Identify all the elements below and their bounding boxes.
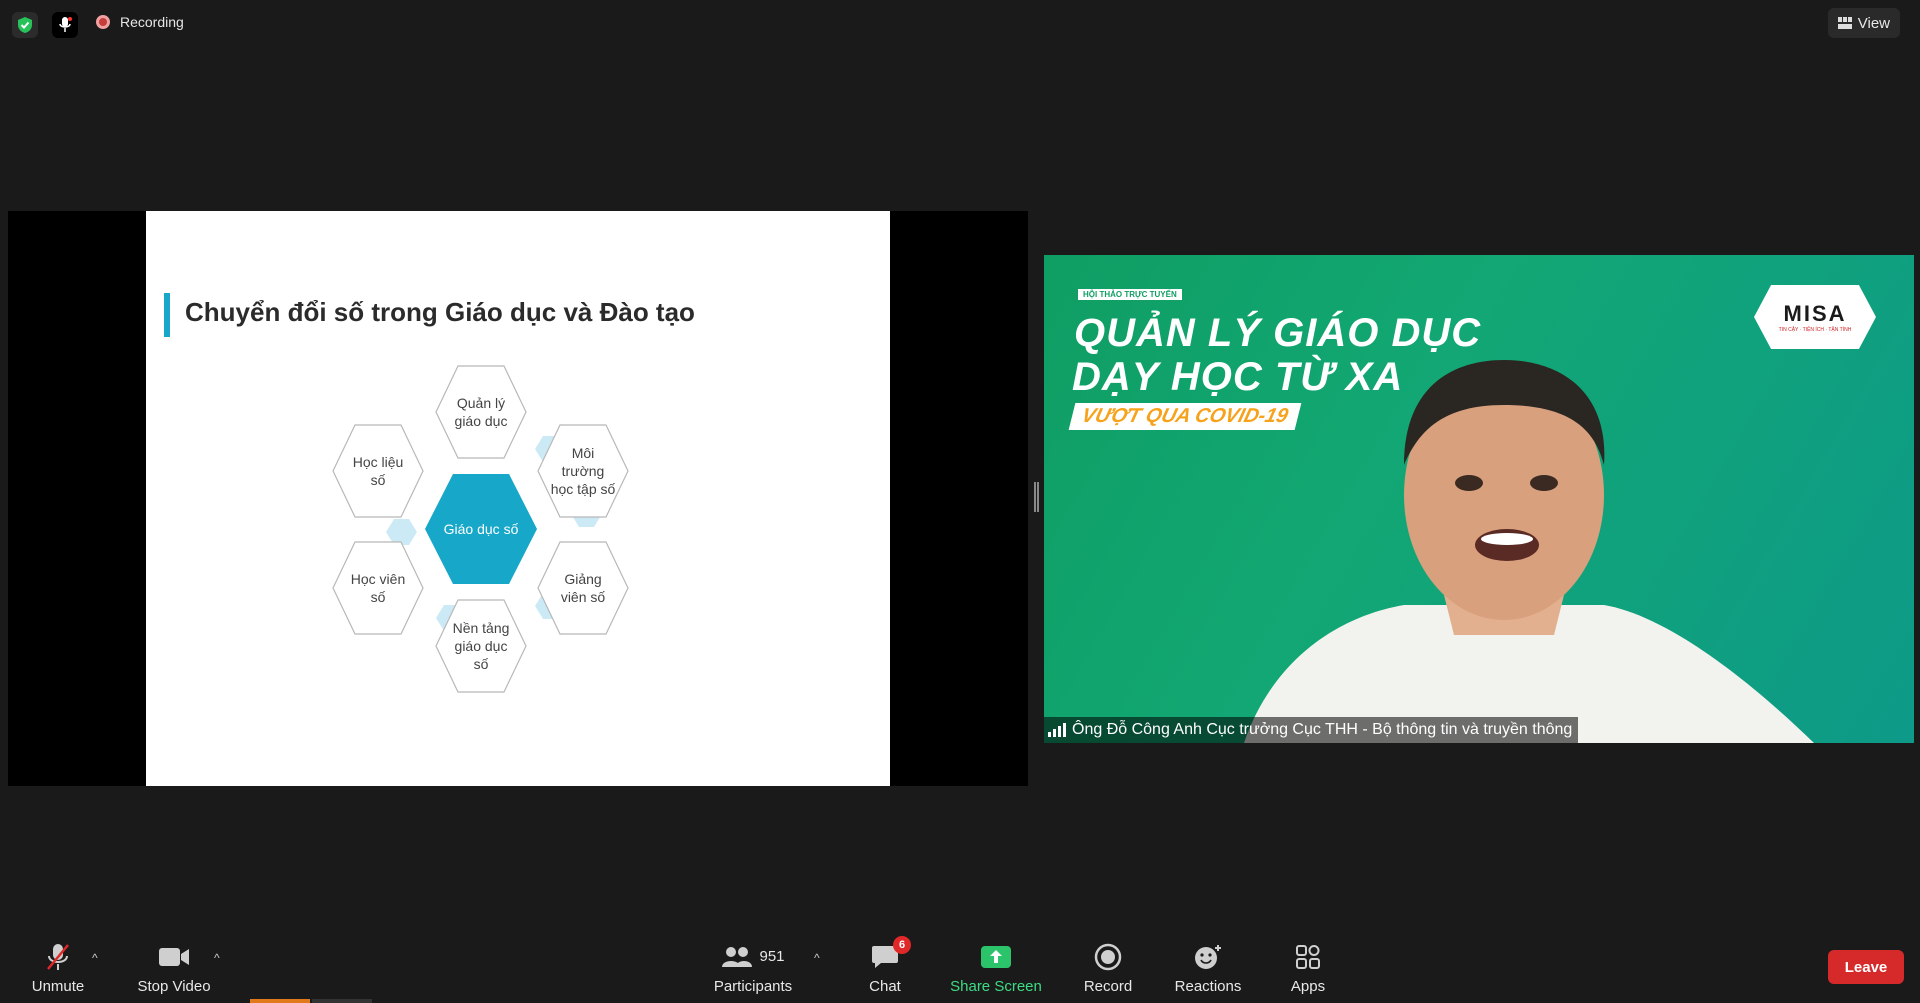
- reactions-button[interactable]: Reactions: [1170, 933, 1246, 1003]
- participants-options-caret-icon[interactable]: ^: [814, 951, 820, 965]
- apps-icon: [1296, 944, 1320, 969]
- security-shield-icon[interactable]: [12, 12, 38, 38]
- node-label: Nền tảng: [453, 620, 510, 636]
- hex-hoc-lieu: [332, 424, 424, 518]
- grid-view-icon: [1837, 17, 1852, 29]
- recording-dot-icon: [96, 15, 110, 29]
- unmute-label: Unmute: [31, 977, 85, 995]
- view-button[interactable]: View: [1827, 8, 1900, 38]
- node-label: giáo dục: [455, 413, 508, 429]
- participant-name: Ông Đỗ Công Anh Cục trưởng Cục THH - Bộ …: [1072, 721, 1573, 738]
- meeting-toolbar: Unmute ^ Stop Video ^ 951 Participants ^…: [0, 933, 1920, 1003]
- participants-button[interactable]: 951 Participants: [708, 933, 798, 1003]
- connector-hex: [386, 519, 417, 545]
- participants-label: Participants: [713, 977, 793, 995]
- node-label: số: [371, 589, 386, 605]
- panel-splitter-handle[interactable]: [1034, 482, 1039, 512]
- video-level-indicator: [312, 999, 372, 1003]
- reactions-smiley-icon: [1195, 944, 1221, 969]
- connection-signal-icon: [1048, 723, 1066, 737]
- hex-quan-ly: [435, 365, 527, 459]
- apps-button[interactable]: Apps: [1284, 933, 1332, 1003]
- record-label: Record: [1083, 977, 1133, 995]
- share-screen-label: Share Screen: [950, 977, 1042, 995]
- node-label: số: [474, 656, 489, 672]
- video-camera-icon: [159, 947, 189, 966]
- meeting-top-bar: Recording View: [0, 0, 1920, 46]
- chat-button[interactable]: 6 Chat: [860, 933, 911, 1003]
- video-options-caret-icon[interactable]: ^: [214, 951, 220, 965]
- participants-count: 951: [759, 948, 785, 965]
- participants-icon: [722, 946, 753, 967]
- speaker-video-tile[interactable]: HỘI THẢO TRỰC TUYẾN QUẢN LÝ GIÁO DỤC DẠY…: [1044, 255, 1914, 743]
- speaker-person-image: [1244, 360, 1814, 743]
- participant-name-caption: Ông Đỗ Công Anh Cục trưởng Cục THH - Bộ …: [1044, 717, 1579, 743]
- presentation-slide: Chuyển đổi số trong Giáo dục và Đào tạo: [146, 211, 890, 786]
- node-label: viên số: [561, 589, 606, 605]
- apps-label: Apps: [1290, 977, 1326, 995]
- hexagon-diagram: Giáo dục số Quản lý giáo dục Học liệu số…: [332, 365, 629, 693]
- center-label: Giáo dục số: [444, 521, 519, 537]
- node-label: Học liệu: [353, 454, 404, 470]
- node-label: học tập số: [551, 481, 616, 497]
- stop-video-button[interactable]: Stop Video: [134, 933, 214, 1003]
- reactions-label: Reactions: [1174, 977, 1242, 995]
- leave-button[interactable]: Leave: [1828, 950, 1904, 984]
- node-label: Giảng: [564, 571, 601, 587]
- audio-status-icon[interactable]: [52, 12, 78, 38]
- node-label: Quản lý: [457, 395, 505, 411]
- chat-label: Chat: [869, 977, 901, 995]
- stop-video-label: Stop Video: [137, 977, 211, 995]
- shared-screen[interactable]: Chuyển đổi số trong Giáo dục và Đào tạo: [8, 211, 1028, 786]
- hex-hoc-vien: [332, 541, 424, 635]
- node-label: giáo dục: [455, 638, 508, 654]
- view-label: View: [1857, 14, 1890, 32]
- audio-options-caret-icon[interactable]: ^: [92, 951, 98, 965]
- audio-level-indicator: [250, 999, 310, 1003]
- microphone-muted-icon: [47, 943, 69, 970]
- hex-giang-vien: [537, 541, 629, 635]
- node-label: số: [371, 472, 386, 488]
- recording-indicator[interactable]: Recording: [96, 14, 184, 30]
- node-label: trường: [562, 463, 605, 479]
- record-icon: [1094, 943, 1122, 970]
- record-button[interactable]: Record: [1080, 933, 1136, 1003]
- chat-unread-badge: 6: [893, 935, 911, 954]
- unmute-button[interactable]: Unmute: [22, 933, 94, 1003]
- node-label: Học viên: [351, 571, 405, 587]
- recording-label: Recording: [120, 14, 184, 30]
- share-screen-icon: [981, 945, 1011, 968]
- share-screen-button[interactable]: Share Screen: [946, 933, 1046, 1003]
- node-label: Môi: [572, 445, 595, 461]
